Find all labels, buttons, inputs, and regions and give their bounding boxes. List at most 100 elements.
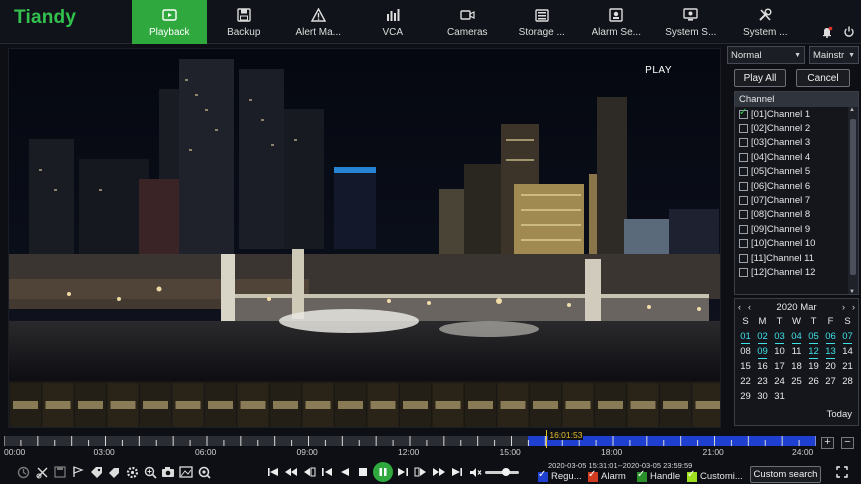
tag-list-icon[interactable] [107,465,121,479]
smart-search-icon[interactable] [197,465,211,479]
channel-row[interactable]: [11]Channel 11 [735,251,858,265]
calendar-day[interactable]: 03 [771,330,788,345]
calendar-day[interactable]: 25 [788,375,805,390]
checkbox-alarm[interactable] [588,469,598,482]
calendar-day[interactable]: 12 [805,345,822,360]
channel-checkbox[interactable] [739,138,748,148]
checkbox-handle[interactable] [637,469,647,482]
clip-icon[interactable] [35,465,49,479]
volume-slider-handle[interactable] [502,468,511,476]
frame-forward-icon[interactable] [414,465,428,479]
calendar-day[interactable]: 02 [754,330,771,345]
calendar-day[interactable]: 30 [754,390,771,405]
calendar-day[interactable]: 28 [839,375,856,390]
calendar-day[interactable]: 20 [822,360,839,375]
channel-checkbox[interactable] [739,239,748,249]
scroll-up-icon[interactable]: ▲ [849,107,855,113]
legend-custom[interactable]: Customi... [687,469,743,482]
calendar-day[interactable]: 08 [737,345,754,360]
video-player[interactable]: PLAY [8,48,721,428]
timeline-zoom-out-button[interactable]: − [841,437,854,449]
notification-bell-icon[interactable] [821,26,833,38]
channel-checkbox[interactable] [739,196,748,206]
next-month-icon[interactable]: › [842,302,845,312]
nav-system-maintenance[interactable]: System ... [728,0,803,44]
timeline-cursor[interactable] [546,430,548,448]
checkbox-regular[interactable] [538,469,548,482]
calendar-day[interactable]: 24 [771,375,788,390]
playback-timeline[interactable]: 16:01:53 00:00 03:00 06:00 09:00 12:00 15:00 1… [4,430,816,458]
settings-icon[interactable] [125,465,139,479]
channel-scrollbar[interactable]: ▲ ▼ [848,107,858,294]
nav-backup[interactable]: Backup [207,0,282,44]
today-button[interactable]: Today [827,409,852,420]
calendar-day[interactable]: 18 [788,360,805,375]
skip-to-end-icon[interactable] [450,465,464,479]
power-icon[interactable] [843,26,855,38]
channel-row[interactable]: [06]Channel 6 [735,179,858,193]
channel-checkbox[interactable] [739,124,748,134]
reverse-play-icon[interactable] [338,465,352,479]
channel-row[interactable]: [10]Channel 10 [735,237,858,251]
legend-handle[interactable]: Handle [637,469,680,482]
channel-row[interactable]: [04]Channel 4 [735,150,858,164]
sync-icon[interactable] [16,465,30,479]
calendar-day[interactable]: 15 [737,360,754,375]
flag-icon[interactable] [71,465,85,479]
cancel-button[interactable]: Cancel [796,69,850,87]
rewind-icon[interactable] [284,465,298,479]
calendar-day[interactable]: 06 [822,330,839,345]
calendar-day[interactable]: 10 [771,345,788,360]
scrollbar-thumb[interactable] [850,119,856,275]
nav-alarm-settings[interactable]: Alarm Se... [579,0,654,44]
channel-row[interactable]: [12]Channel 12 [735,265,858,279]
calendar-day[interactable]: 01 [737,330,754,345]
step-forward-icon[interactable] [396,465,410,479]
calendar-day[interactable]: 04 [788,330,805,345]
step-back-icon[interactable] [320,465,334,479]
image-search-icon[interactable] [179,465,193,479]
channel-row[interactable]: [05]Channel 5 [735,165,858,179]
channel-checkbox[interactable] [739,167,748,177]
channel-checkbox[interactable] [739,224,748,234]
skip-to-start-icon[interactable] [266,465,280,479]
checkbox-custom[interactable] [687,469,697,482]
nav-storage[interactable]: Storage ... [505,0,580,44]
calendar-day[interactable]: 11 [788,345,805,360]
calendar-day[interactable]: 19 [805,360,822,375]
playback-mode-select[interactable]: Normal ▼ [727,46,805,64]
legend-alarm[interactable]: Alarm [588,469,626,482]
channel-row[interactable]: [09]Channel 9 [735,222,858,236]
calendar-day[interactable]: 09 [754,345,771,360]
timeline-zoom-in-button[interactable]: + [821,437,834,449]
calendar-day[interactable]: 23 [754,375,771,390]
calendar-day[interactable]: 26 [805,375,822,390]
prev-year-icon[interactable]: ‹ [738,302,741,312]
fullscreen-icon[interactable] [835,465,849,479]
nav-system-settings[interactable]: System S... [654,0,729,44]
calendar-day[interactable]: 22 [737,375,754,390]
stream-type-select[interactable]: Mainstr ▼ [809,46,859,64]
snapshot-icon[interactable] [161,465,175,479]
frame-back-icon[interactable] [302,465,316,479]
channel-row[interactable]: [03]Channel 3 [735,136,858,150]
calendar-day[interactable]: 17 [771,360,788,375]
channel-row[interactable]: [08]Channel 8 [735,208,858,222]
pause-button[interactable] [373,462,393,482]
next-year-icon[interactable]: › [852,302,855,312]
channel-checkbox[interactable] [739,107,748,119]
channel-checkbox[interactable] [739,267,748,277]
channel-row[interactable]: [07]Channel 7 [735,193,858,207]
channel-row[interactable]: [02]Channel 2 [735,121,858,135]
add-tag-icon[interactable] [89,465,103,479]
calendar-day[interactable]: 16 [754,360,771,375]
calendar-day[interactable]: 14 [839,345,856,360]
scroll-down-icon[interactable]: ▼ [849,289,855,294]
zoom-icon[interactable] [143,465,157,479]
legend-regular[interactable]: Regu... [538,469,582,482]
calendar-day[interactable]: 13 [822,345,839,360]
nav-alert-management[interactable]: Alert Ma... [281,0,356,44]
calendar-day[interactable]: 07 [839,330,856,345]
stop-icon[interactable] [356,465,370,479]
channel-checkbox[interactable] [739,152,748,162]
